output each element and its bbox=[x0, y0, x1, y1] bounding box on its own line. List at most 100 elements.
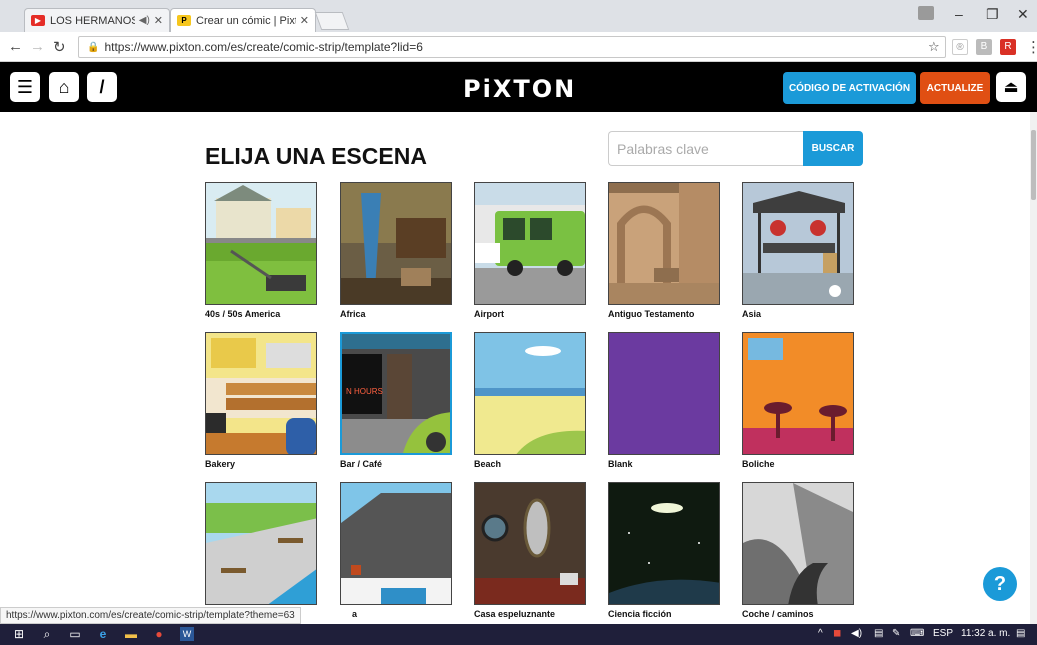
scene-thumbnail[interactable] bbox=[742, 482, 854, 605]
scene-card-asia[interactable]: Asia bbox=[742, 182, 854, 319]
word-icon[interactable]: W bbox=[180, 627, 194, 641]
file-explorer-icon[interactable]: ▬ bbox=[124, 627, 138, 641]
menu-kebab-icon[interactable]: ⋮ bbox=[1026, 38, 1037, 56]
close-window-icon[interactable]: ✕ bbox=[1017, 6, 1029, 23]
scene-label: Blank bbox=[608, 459, 633, 469]
search-button[interactable]: BUSCAR bbox=[803, 131, 863, 166]
close-tab-icon[interactable]: ✕ bbox=[300, 14, 309, 27]
browser-toolbar: ← → ↻ 🔒 https://www.pixton.com/es/create… bbox=[0, 32, 1037, 62]
scene-thumbnail[interactable] bbox=[205, 332, 317, 455]
notifications-icon[interactable]: ▤ bbox=[1016, 628, 1025, 639]
scene-card-bar-cafe[interactable]: N HOURS Bar / Café bbox=[340, 332, 452, 469]
language-indicator[interactable]: ESP bbox=[933, 628, 953, 639]
windows-start-icon[interactable]: ⊞ bbox=[12, 627, 26, 641]
maximize-icon[interactable]: ❐ bbox=[986, 6, 999, 23]
scene-thumbnail[interactable] bbox=[608, 332, 720, 455]
scene-card-antiguo-testamento[interactable]: Antiguo Testamento bbox=[608, 182, 720, 319]
task-view-icon[interactable]: ▭ bbox=[68, 627, 82, 641]
scene-label: Asia bbox=[742, 309, 762, 319]
tray-expand-icon[interactable]: ^ bbox=[818, 628, 823, 639]
scene-thumbnail[interactable] bbox=[474, 182, 586, 305]
scene-label: a bbox=[352, 609, 358, 619]
scene-card-ciencia-ficcion[interactable]: Ciencia ficción bbox=[608, 482, 720, 619]
scene-label: Coche / caminos bbox=[742, 609, 814, 619]
scene-card-beach[interactable]: Beach bbox=[474, 332, 586, 469]
scene-card-airport[interactable]: Airport bbox=[474, 182, 586, 319]
speaker-icon[interactable]: ◀) bbox=[139, 15, 150, 26]
scene-thumbnail[interactable] bbox=[608, 182, 720, 305]
youtube-icon: ▶ bbox=[31, 15, 45, 26]
tab-youtube[interactable]: ▶ LOS HERMANOS CUR ◀) ✕ bbox=[24, 8, 170, 32]
search-icon[interactable]: ⌕ bbox=[40, 627, 54, 641]
scene-thumbnail[interactable] bbox=[205, 182, 317, 305]
clock[interactable]: 11:32 a. m. bbox=[961, 628, 1010, 639]
home-icon[interactable]: ⌂ bbox=[49, 72, 79, 102]
scene-card-boliche[interactable]: Boliche bbox=[742, 332, 854, 469]
url-text: https://www.pixton.com/es/create/comic-s… bbox=[104, 40, 423, 54]
pixton-icon: P bbox=[177, 15, 191, 26]
address-bar[interactable]: 🔒 https://www.pixton.com/es/create/comic… bbox=[78, 36, 946, 58]
minimize-icon[interactable]: – bbox=[955, 6, 963, 22]
scene-thumbnail[interactable] bbox=[474, 332, 586, 455]
scene-label: Ciencia ficción bbox=[608, 609, 672, 619]
lock-icon: 🔒 bbox=[87, 41, 100, 53]
pixton-logo[interactable]: PiXTON bbox=[463, 75, 576, 103]
bookmark-star-icon[interactable]: ☆ bbox=[928, 39, 940, 55]
upgrade-button[interactable]: ACTUALIZE bbox=[920, 72, 990, 104]
extension-icon[interactable]: R bbox=[1000, 39, 1016, 55]
profile-icon[interactable] bbox=[918, 6, 934, 20]
tab-title: LOS HERMANOS CUR bbox=[50, 14, 135, 27]
menu-icon[interactable]: ☰ bbox=[10, 72, 40, 102]
page-title: ELIJA UNA ESCENA bbox=[205, 143, 427, 169]
edge-icon[interactable]: e bbox=[96, 627, 110, 641]
pencil-icon[interactable]: / bbox=[87, 72, 117, 102]
tray-app-icon[interactable]: ◼ bbox=[833, 628, 841, 639]
scene-card-africa[interactable]: Africa bbox=[340, 182, 452, 319]
keyboard-icon[interactable]: ⌨ bbox=[910, 628, 924, 639]
scene-label: Bakery bbox=[205, 459, 236, 469]
scene-card-casa-espeluznante[interactable]: Casa espeluznante bbox=[474, 482, 586, 619]
reload-icon[interactable]: ↻ bbox=[53, 38, 66, 56]
browser-tab-strip: ▶ LOS HERMANOS CUR ◀) ✕ P Crear un cómic… bbox=[0, 0, 1037, 32]
close-tab-icon[interactable]: ✕ bbox=[154, 14, 163, 27]
scene-card-40s-50s-america[interactable]: 40s / 50s America bbox=[205, 182, 317, 319]
scene-card-park[interactable] bbox=[205, 482, 317, 609]
scene-thumbnail[interactable]: N HOURS bbox=[340, 332, 452, 455]
scene-thumbnail[interactable] bbox=[742, 332, 854, 455]
scene-card-coche-caminos[interactable]: Coche / caminos bbox=[742, 482, 854, 619]
activation-code-button[interactable]: CÓDIGO DE ACTIVACIÓN bbox=[783, 72, 916, 104]
scene-card-house[interactable] bbox=[340, 482, 452, 609]
windows-taskbar: ⊞ ⌕ ▭ e ▬ ● W ^ ◼ ◀) ▤ ✎ ⌨ ESP 11:32 a. … bbox=[0, 624, 1037, 645]
extension-icon[interactable]: ® bbox=[952, 39, 968, 55]
forward-icon[interactable]: → bbox=[30, 38, 45, 55]
network-icon[interactable]: ▤ bbox=[874, 628, 883, 639]
scene-thumbnail[interactable] bbox=[340, 182, 452, 305]
scrollbar-thumb[interactable] bbox=[1031, 130, 1036, 200]
scene-card-blank[interactable]: Blank bbox=[608, 332, 720, 469]
scene-thumbnail[interactable] bbox=[608, 482, 720, 605]
search-input[interactable] bbox=[608, 131, 803, 166]
scene-label: Beach bbox=[474, 459, 502, 469]
status-bar-url: https://www.pixton.com/es/create/comic-s… bbox=[0, 607, 301, 624]
scene-label: Casa espeluznante bbox=[474, 609, 556, 619]
scene-label: Bar / Café bbox=[340, 459, 383, 469]
scene-card-bakery[interactable]: Bakery bbox=[205, 332, 317, 469]
scene-label: Africa bbox=[340, 309, 366, 319]
chrome-icon[interactable]: ● bbox=[152, 627, 166, 641]
tab-pixton[interactable]: P Crear un cómic | Pixton p ✕ bbox=[170, 8, 316, 32]
svg-text:N HOURS: N HOURS bbox=[346, 387, 383, 396]
tab-title: Crear un cómic | Pixton p bbox=[196, 14, 296, 27]
new-tab-button[interactable] bbox=[314, 12, 350, 30]
extension-icon[interactable]: B bbox=[976, 39, 992, 55]
scene-thumbnail[interactable] bbox=[474, 482, 586, 605]
scene-thumbnail[interactable] bbox=[340, 482, 452, 605]
scene-thumbnail[interactable] bbox=[205, 482, 317, 605]
logout-icon[interactable]: ⏏ bbox=[996, 72, 1026, 102]
scene-label: Antiguo Testamento bbox=[608, 309, 695, 319]
scene-label: Airport bbox=[474, 309, 504, 319]
help-button[interactable]: ? bbox=[983, 567, 1017, 601]
volume-icon[interactable]: ◀) bbox=[851, 628, 862, 639]
pen-icon[interactable]: ✎ bbox=[892, 628, 900, 639]
back-icon[interactable]: ← bbox=[8, 38, 23, 55]
scene-thumbnail[interactable] bbox=[742, 182, 854, 305]
